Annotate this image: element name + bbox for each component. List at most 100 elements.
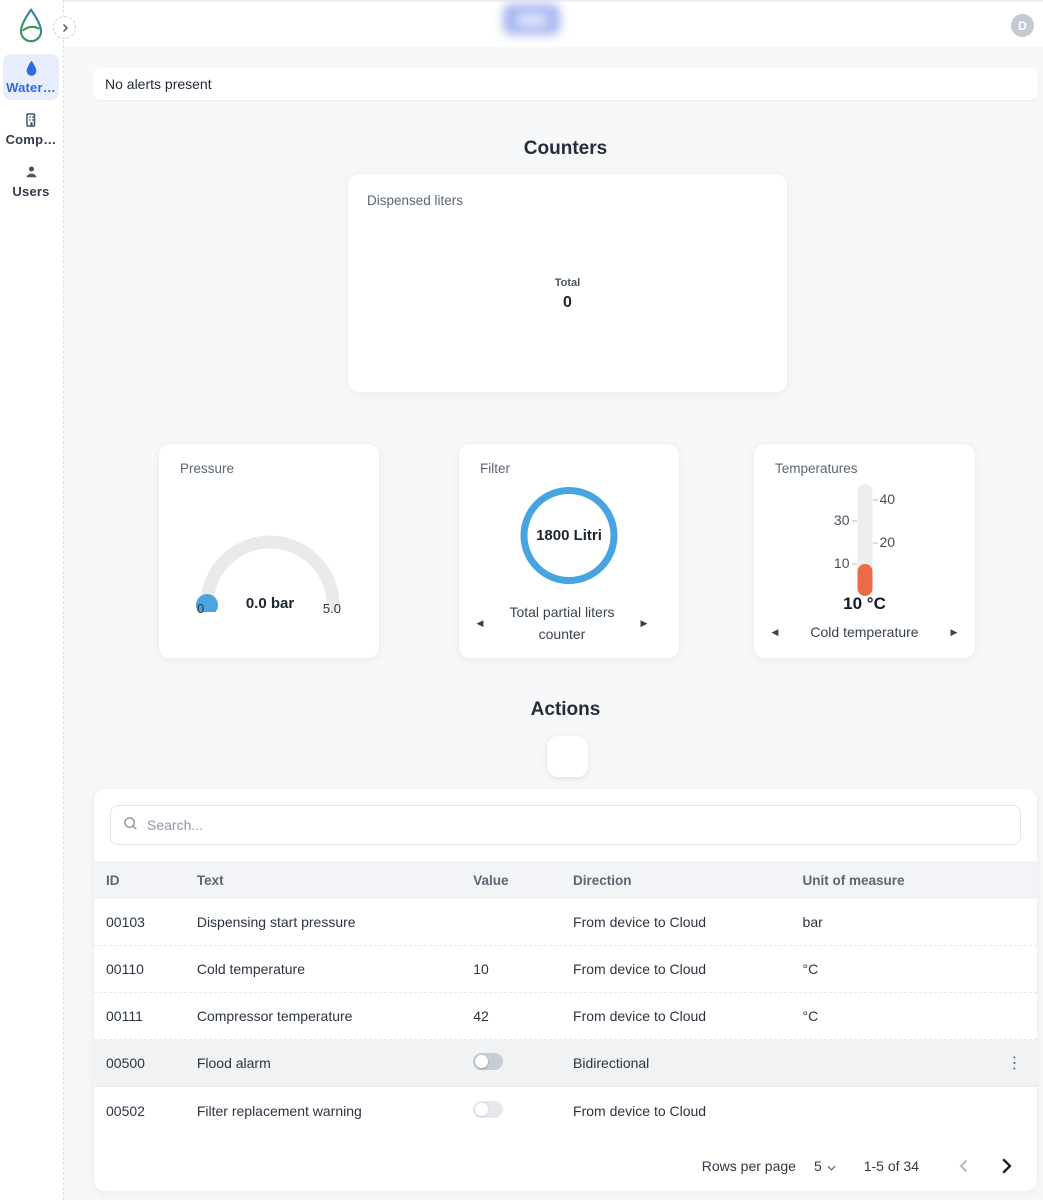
- tick-label: 20: [880, 534, 910, 550]
- cell-id: 00500: [94, 1055, 185, 1071]
- toggle-switch[interactable]: [473, 1053, 503, 1070]
- filter-card: Filter 1800 Litri ◀ Total partial liters…: [458, 443, 680, 659]
- sidebar-item-label: Users: [12, 184, 49, 199]
- user-icon: [3, 164, 59, 181]
- thermometer-fill: [857, 564, 872, 596]
- pressure-label: Pressure: [180, 461, 234, 476]
- counters-title: Counters: [93, 138, 1038, 160]
- dispensed-liters-label: Dispensed liters: [367, 193, 463, 208]
- sidebar-nav: Water… Comp… Users: [0, 54, 62, 210]
- temperature-caption-row: ◀ Cold temperature ▶: [768, 622, 961, 644]
- table-body: 00103Dispensing start pressureFrom devic…: [94, 899, 1037, 1134]
- table-header-row: IDTextValueDirectionUnit of measure: [94, 861, 1037, 899]
- tick-label: 40: [880, 491, 910, 507]
- tick-label: 30: [820, 512, 850, 528]
- blurred-action-button[interactable]: [503, 4, 560, 35]
- search-field: [110, 805, 1021, 845]
- cell-direction: From device to Cloud: [561, 1008, 791, 1024]
- temperature-value: 10 °C: [754, 594, 975, 614]
- cell-unit: °C: [791, 961, 993, 977]
- cell-direction: Bidirectional: [561, 1055, 791, 1071]
- cell-direction: From device to Cloud: [561, 914, 791, 930]
- column-header: Value: [461, 873, 561, 888]
- table-row: 00111Compressor temperature42From device…: [94, 993, 1037, 1040]
- column-header: Unit of measure: [791, 873, 993, 888]
- dispensed-liters-card: Dispensed liters Total 0: [347, 173, 788, 393]
- row-menu-icon[interactable]: ⋮: [1007, 1055, 1023, 1072]
- cell-text: Filter replacement warning: [185, 1103, 461, 1119]
- pressure-min: 0: [197, 601, 204, 616]
- toggle-knob: [475, 1103, 488, 1116]
- dispensed-total-block: Total 0: [348, 277, 787, 312]
- cell-menu: ⋮: [992, 1053, 1037, 1073]
- rows-per-page-label: Rows per page: [702, 1158, 796, 1174]
- next-page-button[interactable]: [993, 1153, 1019, 1179]
- sidebar-item-users[interactable]: Users: [3, 158, 59, 204]
- sidebar-item-water[interactable]: Water…: [3, 54, 59, 100]
- cell-value: 10: [461, 961, 561, 977]
- blurred-button-text: [517, 14, 547, 26]
- cell-value: 42: [461, 1008, 561, 1024]
- thermometer: 40 30 20 10: [754, 484, 975, 596]
- next-arrow-icon[interactable]: ▶: [637, 618, 651, 629]
- thermometer-track: [857, 484, 872, 596]
- sidebar-item-company[interactable]: Comp…: [3, 106, 59, 152]
- alert-message: No alerts present: [105, 76, 212, 92]
- column-header: ID: [94, 873, 185, 888]
- actions-title: Actions: [93, 699, 1038, 721]
- cell-direction: From device to Cloud: [561, 961, 791, 977]
- avatar[interactable]: D: [1011, 14, 1034, 37]
- table-row: 00502Filter replacement warningFrom devi…: [94, 1087, 1037, 1134]
- chevron-right-icon: [60, 20, 70, 36]
- rows-per-page-select[interactable]: 5: [814, 1158, 836, 1174]
- cell-text: Cold temperature: [185, 961, 461, 977]
- action-placeholder-button[interactable]: [547, 736, 588, 777]
- chevron-down-icon: [827, 1158, 836, 1174]
- previous-page-button[interactable]: [951, 1153, 977, 1179]
- parameters-table-card: IDTextValueDirectionUnit of measure 0010…: [93, 788, 1038, 1192]
- toggle-switch[interactable]: [473, 1101, 503, 1118]
- alerts-banner: No alerts present: [93, 68, 1038, 100]
- sidebar-collapse-button[interactable]: [53, 16, 76, 39]
- next-arrow-icon[interactable]: ▶: [947, 627, 961, 638]
- search-input[interactable]: [147, 817, 1008, 833]
- cell-id: 00103: [94, 914, 185, 930]
- top-header: D: [0, 0, 1043, 47]
- water-droplet-icon: [3, 60, 59, 77]
- prev-arrow-icon[interactable]: ◀: [473, 618, 487, 629]
- sidebar-item-label: Comp…: [6, 132, 57, 147]
- filter-value: 1800 Litri: [536, 527, 602, 544]
- tick-label: 10: [820, 555, 850, 571]
- pagination: Rows per page 5 1-5 of 34: [94, 1141, 1037, 1191]
- tick-mark: [852, 520, 857, 522]
- tick-mark: [852, 563, 857, 565]
- search-icon: [123, 816, 138, 834]
- table-row: 00500Flood alarm Bidirectional ⋮: [94, 1040, 1037, 1087]
- cell-id: 00502: [94, 1103, 185, 1119]
- prev-arrow-icon[interactable]: ◀: [768, 627, 782, 638]
- table-row: 00110Cold temperature10From device to Cl…: [94, 946, 1037, 993]
- brand-logo: [16, 8, 46, 49]
- total-value: 0: [348, 294, 787, 312]
- tick-mark: [873, 499, 878, 501]
- pressure-gauge: 0.0 bar: [194, 524, 346, 612]
- pressure-card: Pressure 0.0 bar 0 5.0: [158, 443, 380, 659]
- cell-text: Compressor temperature: [185, 1008, 461, 1024]
- table-row: 00103Dispensing start pressureFrom devic…: [94, 899, 1037, 946]
- pagination-range: 1-5 of 34: [864, 1158, 919, 1174]
- filter-caption: Total partial liters counter: [487, 602, 637, 645]
- total-label: Total: [348, 277, 787, 289]
- sidebar-item-label: Water…: [6, 80, 56, 95]
- tick-mark: [873, 542, 878, 544]
- column-header: Direction: [561, 873, 791, 888]
- toggle-knob: [475, 1055, 488, 1068]
- cell-value: [461, 1101, 561, 1121]
- sidebar: Water… Comp… Users: [0, 0, 64, 1200]
- cell-text: Flood alarm: [185, 1055, 461, 1071]
- pressure-max: 5.0: [323, 601, 341, 616]
- building-icon: [3, 112, 59, 129]
- cell-id: 00111: [94, 1008, 185, 1024]
- cell-id: 00110: [94, 961, 185, 977]
- cell-unit: bar: [791, 914, 993, 930]
- temperature-caption: Cold temperature: [782, 622, 947, 644]
